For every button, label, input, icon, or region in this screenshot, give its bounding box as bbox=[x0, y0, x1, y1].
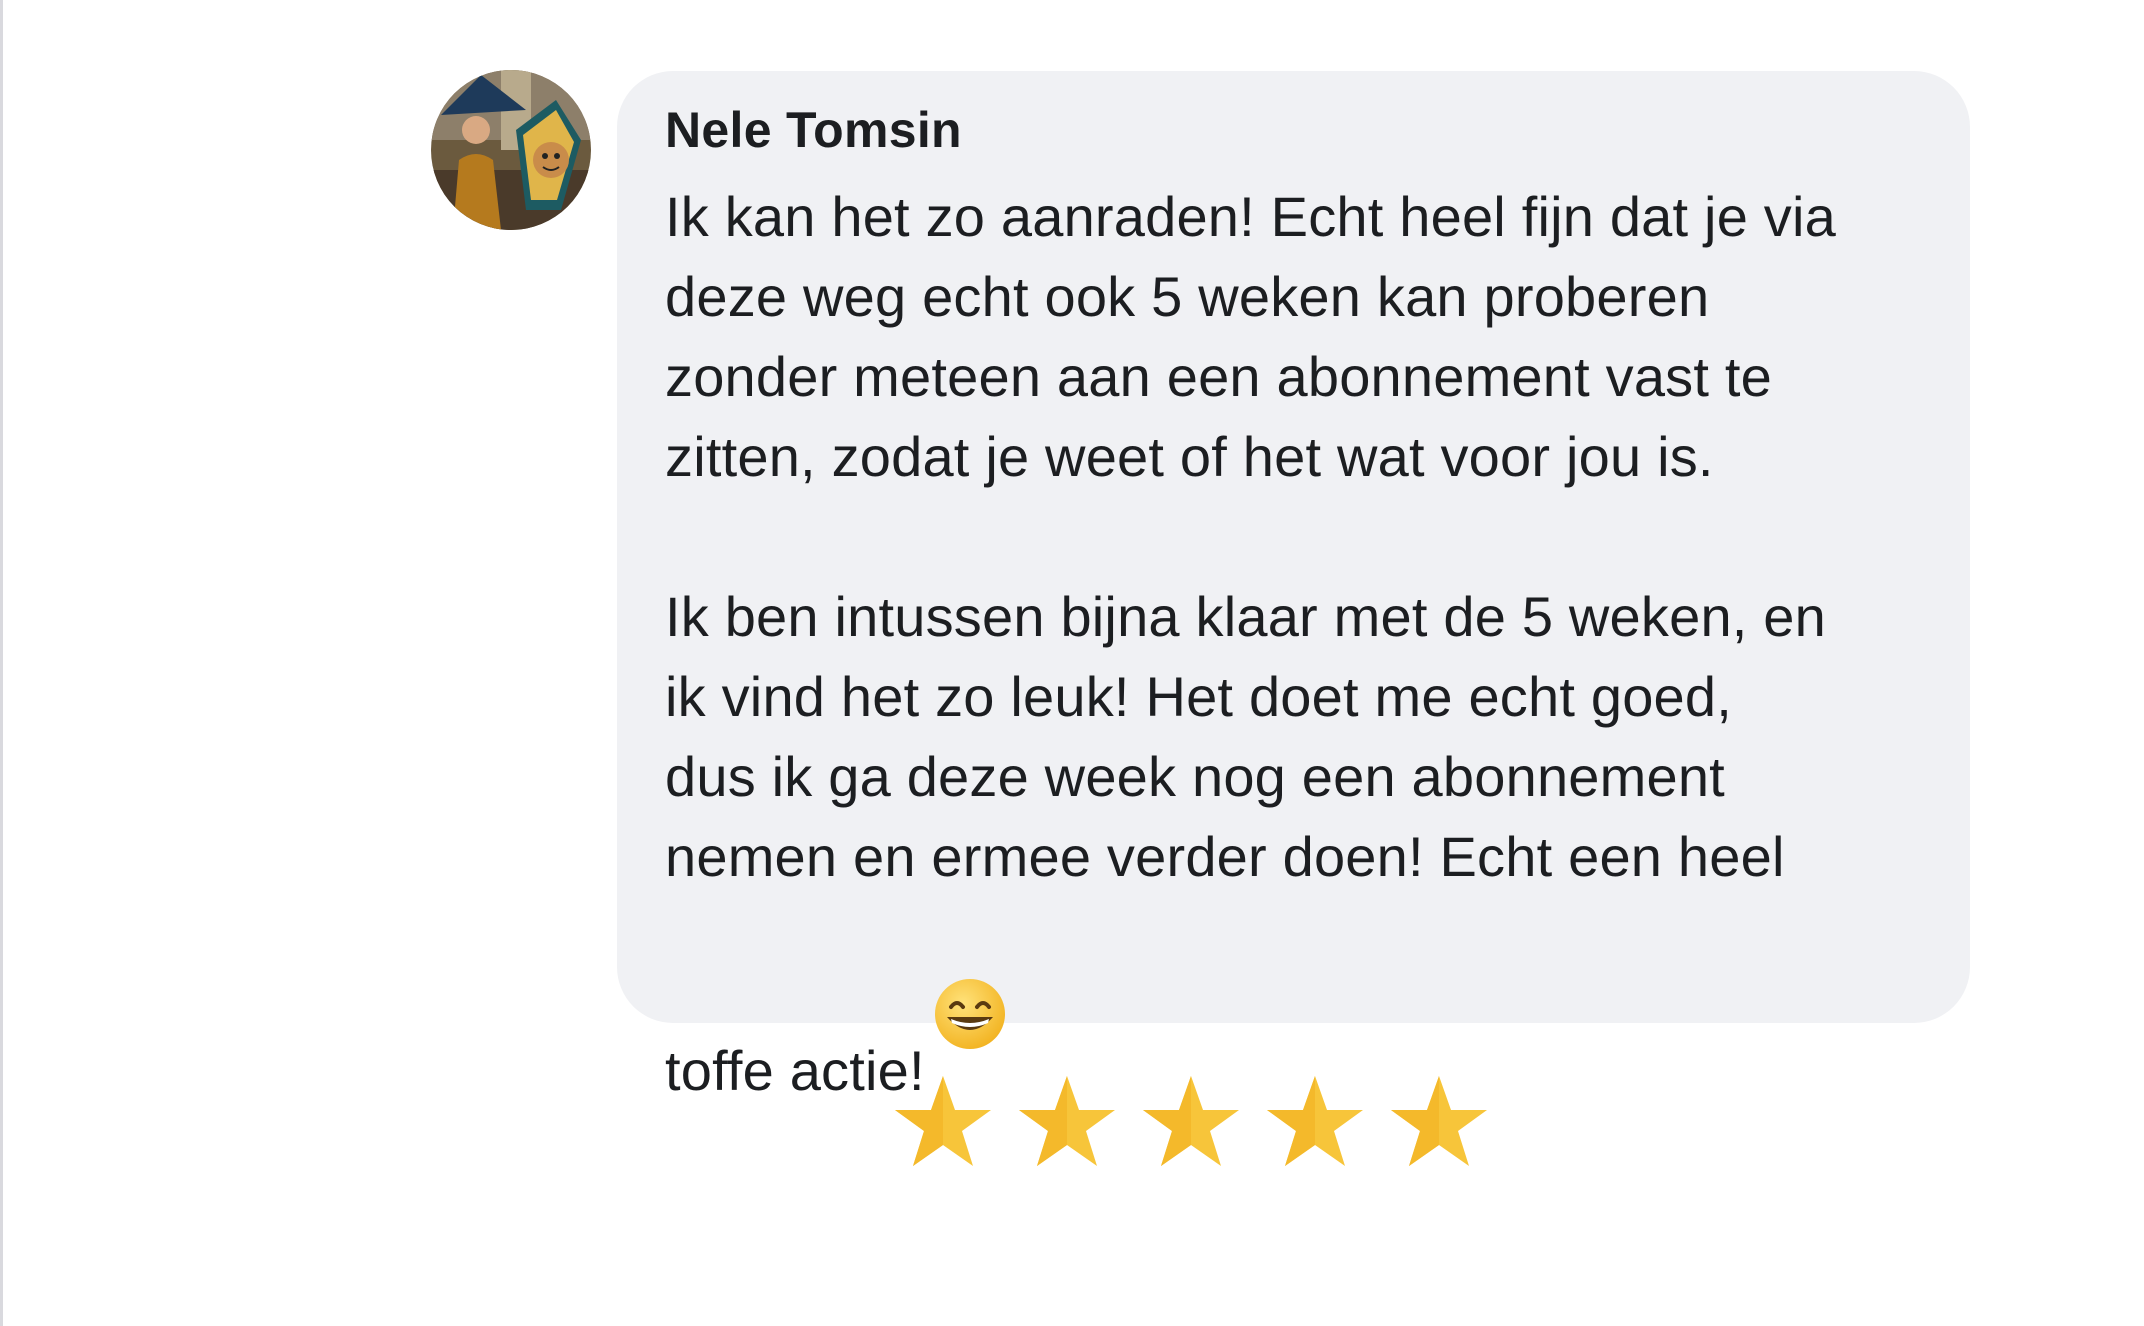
review-paragraph-2: Ik ben intussen bijna klaar met de 5 wek… bbox=[665, 585, 1827, 888]
avatar[interactable] bbox=[431, 70, 591, 230]
star-icon bbox=[1265, 1072, 1365, 1172]
star-icon bbox=[1141, 1072, 1241, 1172]
star-rating bbox=[893, 1072, 1493, 1172]
review-text: Ik kan het zo aanraden! Echt heel fijn d… bbox=[665, 177, 1930, 1111]
review-last-line: toffe actie! bbox=[665, 1039, 925, 1102]
review-paragraph-1: Ik kan het zo aanraden! Echt heel fijn d… bbox=[665, 185, 1836, 488]
grinning-face-emoji-icon bbox=[933, 897, 1007, 1049]
review-bubble: Nele Tomsin Ik kan het zo aanraden! Echt… bbox=[617, 71, 1970, 1102]
star-icon bbox=[1389, 1072, 1489, 1172]
author-name[interactable]: Nele Tomsin bbox=[665, 105, 1930, 169]
left-divider bbox=[0, 0, 3, 1326]
star-icon bbox=[1017, 1072, 1117, 1172]
avatar-photo bbox=[431, 70, 591, 230]
star-icon bbox=[893, 1072, 993, 1172]
